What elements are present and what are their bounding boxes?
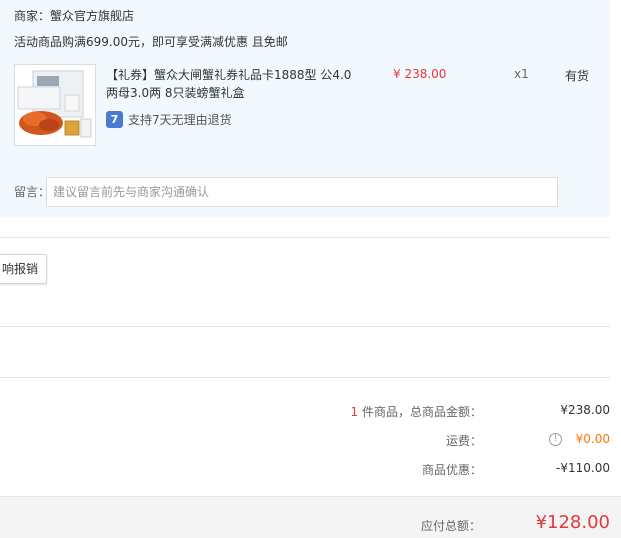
discount-value: -¥110.00	[556, 461, 610, 475]
product-image[interactable]	[14, 64, 96, 146]
merchant-name: 商家：蟹众官方旗舰店	[14, 9, 135, 23]
promo-notice: 活动商品购满699.00元，即可享受满减优惠 且免邮	[14, 35, 288, 49]
goods-total-value: ¥238.00	[560, 403, 610, 417]
shipping-info-icon[interactable]: !	[549, 433, 562, 446]
seven-day-return-icon: 7	[106, 111, 123, 128]
quantity: x1	[514, 67, 529, 81]
goods-total-row: 1 件商品，总商品金额： ¥238.00	[0, 403, 610, 423]
crab-gift-box-image	[15, 65, 95, 145]
stock-status: 有货	[565, 69, 590, 83]
discount-label: 商品优惠：	[421, 463, 482, 477]
return-policy-badge: 7 支持7天无理由退货	[106, 111, 232, 128]
unit-price: ¥ 238.00	[393, 67, 447, 81]
invoice-reimburse-button[interactable]: 响报销	[0, 254, 47, 284]
shipping-row: 运费： ! ¥0.00	[0, 432, 610, 452]
product-title[interactable]: 【礼券】蟹众大闸蟹礼券礼品卡1888型 公4.0两母3.0两 8只装螃蟹礼盒	[106, 66, 356, 102]
divider	[0, 237, 610, 238]
shipping-value: ¥0.00	[575, 432, 610, 446]
shipping-label: 运费：	[445, 434, 482, 448]
remark-label: 留言：	[14, 185, 51, 199]
return-policy-text: 支持7天无理由退货	[128, 113, 232, 127]
discount-row: 商品优惠： -¥110.00	[0, 461, 610, 481]
payable-total-bar: 应付总额： ¥128.00	[0, 496, 621, 538]
divider	[0, 326, 610, 327]
goods-total-label-text: 件商品，总商品金额：	[358, 405, 482, 419]
payable-value: ¥128.00	[535, 512, 610, 533]
remark-input[interactable]	[46, 177, 558, 207]
order-item-panel: 商家：蟹众官方旗舰店 活动商品购满699.00元，即可享受满减优惠 且免邮 【礼…	[0, 0, 610, 217]
goods-total-label: 1 件商品，总商品金额：	[351, 403, 482, 420]
payable-label: 应付总额：	[420, 519, 481, 533]
divider	[0, 377, 610, 378]
